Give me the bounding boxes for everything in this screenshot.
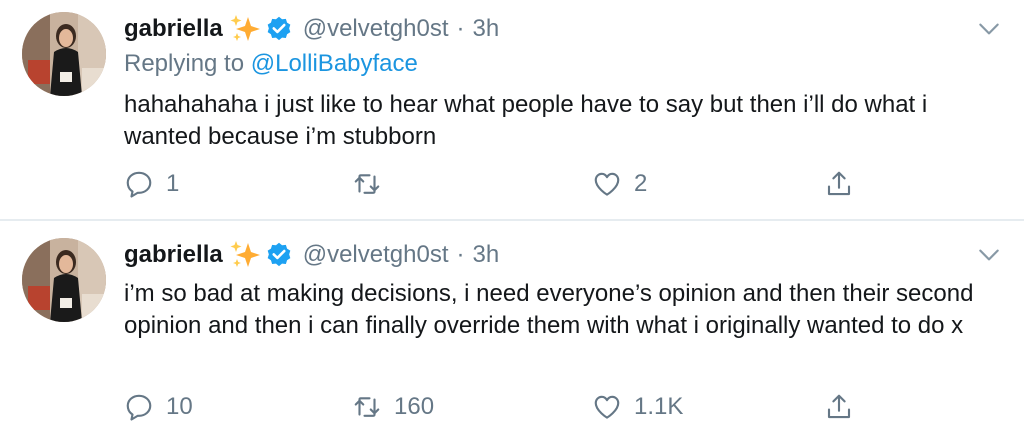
retweet-count: 160 bbox=[394, 393, 435, 420]
separator-dot: · bbox=[456, 241, 465, 268]
separator-dot: · bbox=[456, 15, 465, 42]
share-upload-icon bbox=[827, 171, 851, 196]
chevron-down-icon[interactable] bbox=[976, 16, 1002, 42]
replying-to-mention[interactable]: @LolliBabyface bbox=[251, 50, 418, 77]
tweet-text: i’m so bad at making decisions, i need e… bbox=[124, 280, 974, 339]
tweet-header: gabriella @velvetgh0st · 3h bbox=[124, 12, 499, 46]
reply-count: 10 bbox=[166, 393, 193, 420]
speech-bubble-icon bbox=[126, 171, 152, 198]
reply-button[interactable]: 1 bbox=[124, 167, 179, 201]
avatar[interactable] bbox=[22, 12, 106, 96]
like-count: 2 bbox=[634, 170, 648, 197]
chevron-down-icon[interactable] bbox=[976, 242, 1002, 268]
speech-bubble-icon bbox=[126, 394, 152, 421]
handle[interactable]: @velvetgh0st bbox=[303, 241, 449, 269]
share-button[interactable] bbox=[824, 167, 854, 201]
share-upload-icon bbox=[827, 394, 851, 419]
display-name[interactable]: gabriella bbox=[124, 15, 223, 43]
display-name[interactable]: gabriella bbox=[124, 241, 223, 269]
share-button[interactable] bbox=[824, 390, 854, 424]
tweet-text: hahahahaha i just like to hear what peop… bbox=[124, 91, 928, 150]
retweet-arrows-icon bbox=[354, 397, 380, 417]
tweet[interactable]: gabriella @velvetgh0st · 3h i’m so bad a… bbox=[0, 220, 1024, 438]
like-button[interactable]: 1.1K bbox=[592, 390, 683, 424]
sparkles-icon bbox=[230, 241, 260, 267]
retweet-arrows-icon bbox=[354, 174, 380, 194]
replying-to: Replying to @LolliBabyface bbox=[124, 50, 418, 78]
sparkles-icon bbox=[230, 15, 260, 41]
heart-icon bbox=[594, 172, 620, 196]
avatar[interactable] bbox=[22, 238, 106, 322]
replying-to-label: Replying to bbox=[124, 50, 245, 77]
timestamp[interactable]: 3h bbox=[473, 241, 500, 269]
tweet-actions: 10 160 1.1K bbox=[124, 390, 864, 424]
tweet-actions: 1 2 bbox=[124, 167, 864, 201]
tweet-header: gabriella @velvetgh0st · 3h bbox=[124, 238, 499, 272]
reply-button[interactable]: 10 bbox=[124, 390, 193, 424]
verified-badge-icon bbox=[267, 242, 291, 267]
tweet[interactable]: gabriella @velvetgh0st · 3h Replying to … bbox=[0, 0, 1024, 219]
reply-count: 1 bbox=[166, 170, 180, 197]
heart-icon bbox=[594, 395, 620, 419]
verified-badge-icon bbox=[267, 16, 291, 41]
like-button[interactable]: 2 bbox=[592, 167, 647, 201]
handle[interactable]: @velvetgh0st bbox=[303, 15, 449, 43]
retweet-button[interactable]: 160 bbox=[352, 390, 434, 424]
retweet-button[interactable] bbox=[352, 167, 394, 201]
timestamp[interactable]: 3h bbox=[473, 15, 500, 43]
timeline: gabriella @velvetgh0st · 3h Replying to … bbox=[0, 0, 1024, 438]
like-count: 1.1K bbox=[634, 393, 684, 420]
